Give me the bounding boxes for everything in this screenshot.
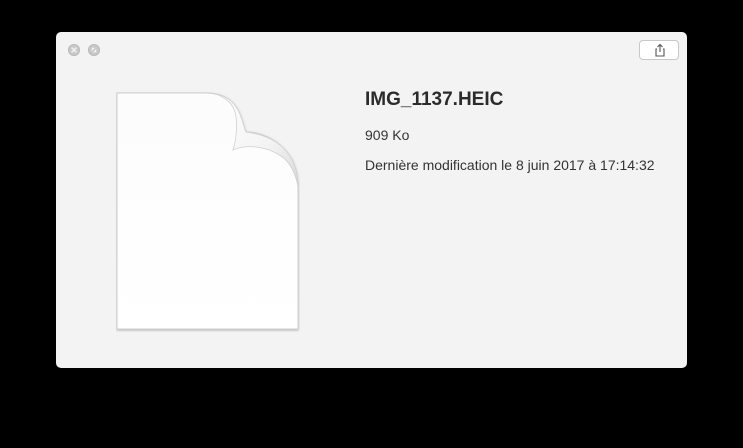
share-button[interactable] (639, 40, 679, 60)
fullscreen-icon (91, 47, 97, 53)
close-icon (71, 47, 77, 53)
file-size: 909 Ko (365, 127, 410, 143)
file-modified-date: Dernière modification le 8 juin 2017 à 1… (365, 157, 655, 173)
close-button[interactable] (68, 44, 80, 56)
fullscreen-button[interactable] (88, 44, 100, 56)
quick-look-window: IMG_1137.HEIC 909 Ko Dernière modificati… (56, 32, 687, 368)
file-name: IMG_1137.HEIC (365, 89, 504, 110)
generic-document-icon (116, 92, 299, 330)
share-icon (655, 43, 665, 57)
